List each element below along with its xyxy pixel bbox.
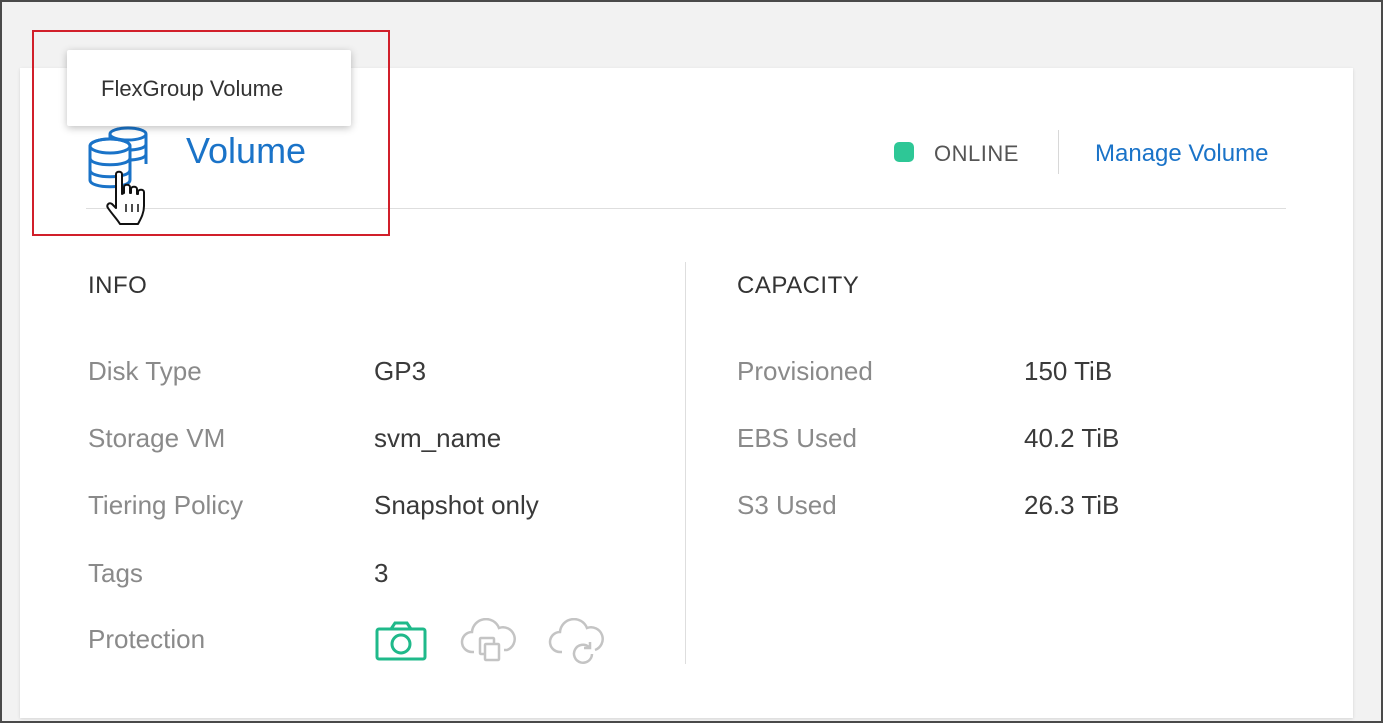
info-value-disk-type: GP3 [374, 356, 427, 386]
capacity-label-provisioned: Provisioned [737, 356, 873, 386]
info-value-storage-vm: svm_name [374, 423, 502, 453]
capacity-value-provisioned: 150 TiB [1024, 356, 1113, 386]
info-label-tags: Tags [88, 558, 143, 588]
camera-snapshot-icon[interactable] [374, 620, 428, 662]
capacity-label-ebs-used: EBS Used [737, 423, 857, 453]
highlight-box [32, 30, 390, 236]
info-label-disk-type: Disk Type [88, 356, 202, 386]
online-status-indicator [894, 142, 914, 162]
cloud-backup-icon[interactable] [548, 618, 604, 666]
status-text: ONLINE [934, 141, 1019, 166]
column-separator [685, 262, 686, 664]
info-label-protection: Protection [88, 624, 206, 654]
info-label-tiering-policy: Tiering Policy [88, 490, 244, 520]
manage-volume-link[interactable]: Manage Volume [1095, 140, 1268, 168]
capacity-label-s3-used: S3 Used [737, 490, 837, 520]
info-label-storage-vm: Storage VM [88, 423, 226, 453]
cloud-copy-icon[interactable] [460, 618, 518, 664]
info-heading: INFO [88, 272, 148, 299]
info-value-tiering-policy: Snapshot only [374, 490, 539, 520]
capacity-value-s3-used: 26.3 TiB [1024, 490, 1120, 520]
capacity-value-ebs-used: 40.2 TiB [1024, 423, 1120, 453]
hand-pointer-cursor-icon [106, 170, 145, 225]
capacity-heading: CAPACITY [737, 272, 860, 299]
info-value-tags[interactable]: 3 [374, 558, 388, 589]
header-divider [1058, 130, 1059, 174]
